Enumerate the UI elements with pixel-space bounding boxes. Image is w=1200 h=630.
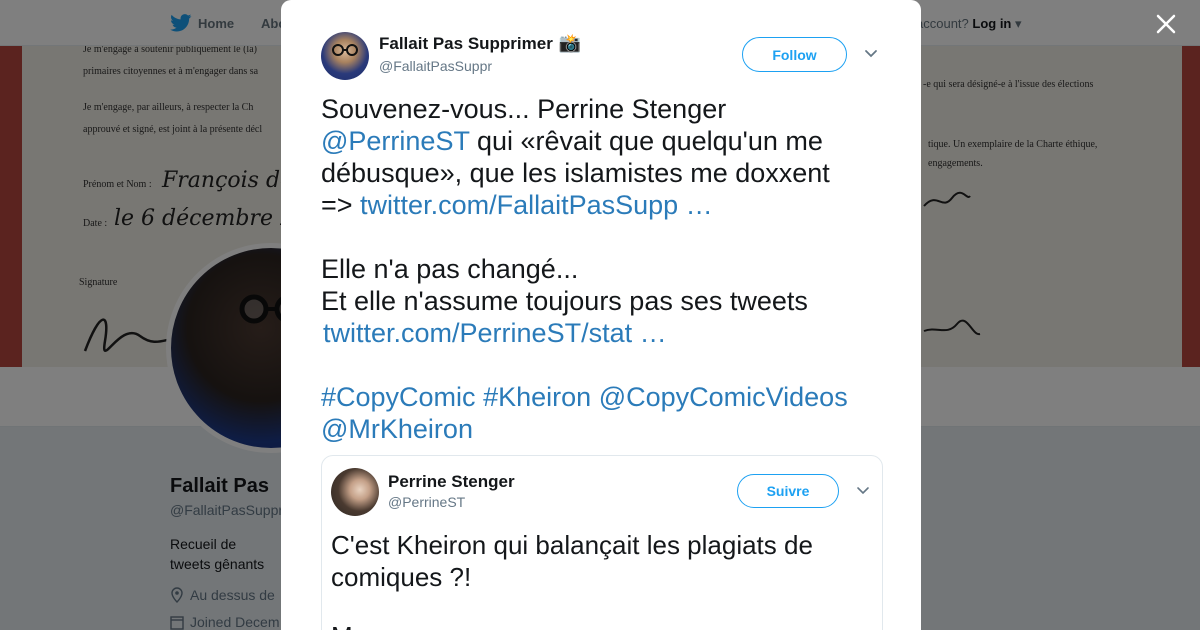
- close-icon[interactable]: [1152, 10, 1180, 38]
- tweet-url-link[interactable]: twitter.com/PerrineST/stat …: [323, 318, 667, 348]
- tweet-line: #CopyComic #Kheiron @CopyComicVideos: [321, 381, 881, 413]
- mention-link[interactable]: @PerrineST: [321, 126, 469, 156]
- quoted-tweet-image[interactable]: Perrine Stenger @PerrineST Suivre C'est …: [321, 455, 883, 630]
- mention-link[interactable]: @MrKheiron: [321, 414, 473, 444]
- tweet-url-link[interactable]: twitter.com/FallaitPasSupp …: [360, 190, 713, 220]
- mention-link[interactable]: @CopyComicVideos: [599, 382, 848, 412]
- quoted-avatar: [331, 468, 379, 516]
- quoted-chevron-down-icon: [857, 487, 869, 495]
- tweet-text: Souvenez-vous... Perrine Stenger @Perrin…: [321, 93, 881, 445]
- quoted-author-handle: @PerrineST: [388, 494, 466, 510]
- tweet-line: débusque», que les islamistes me doxxent: [321, 158, 830, 188]
- quoted-text-continued: M: [331, 620, 353, 630]
- tweet-line-text: =>: [321, 190, 361, 220]
- quoted-text: C'est Kheiron qui balançait les plagiats…: [331, 530, 813, 592]
- author-name[interactable]: Fallait Pas Supprimer 📸: [379, 33, 581, 54]
- follow-button[interactable]: Follow: [742, 37, 847, 72]
- tweet-line: @MrKheiron: [321, 413, 881, 445]
- quoted-follow-button: Suivre: [737, 474, 839, 508]
- tweet-line: Et elle n'assume toujours pas ses tweets: [321, 286, 808, 316]
- tweet-line: twitter.com/PerrineST/stat …: [321, 317, 881, 349]
- tweet-line: Elle n'a pas changé...: [321, 254, 579, 284]
- tweet-line: Souvenez-vous... Perrine Stenger: [321, 94, 727, 124]
- avatar-glasses: [332, 44, 358, 56]
- tweet-line-text: qui «rêvait que quelqu'un me: [469, 126, 823, 156]
- chevron-down-icon[interactable]: [863, 46, 879, 62]
- author-avatar[interactable]: [321, 32, 369, 80]
- author-handle[interactable]: @FallaitPasSuppr: [379, 58, 492, 74]
- quoted-author-name: Perrine Stenger: [388, 472, 515, 491]
- author-name-text: Fallait Pas Supprimer: [379, 33, 553, 53]
- hashtag-link[interactable]: #Kheiron: [483, 382, 591, 412]
- tweet-line: @PerrineST qui «rêvait que quelqu'un me: [321, 125, 881, 157]
- hashtag-link[interactable]: #CopyComic: [321, 382, 476, 412]
- camera-emoji-icon: 📸: [558, 33, 582, 53]
- tweet-line: => twitter.com/FallaitPasSupp …: [321, 189, 881, 221]
- tweet-modal: Fallait Pas Supprimer 📸 @FallaitPasSuppr…: [281, 0, 921, 630]
